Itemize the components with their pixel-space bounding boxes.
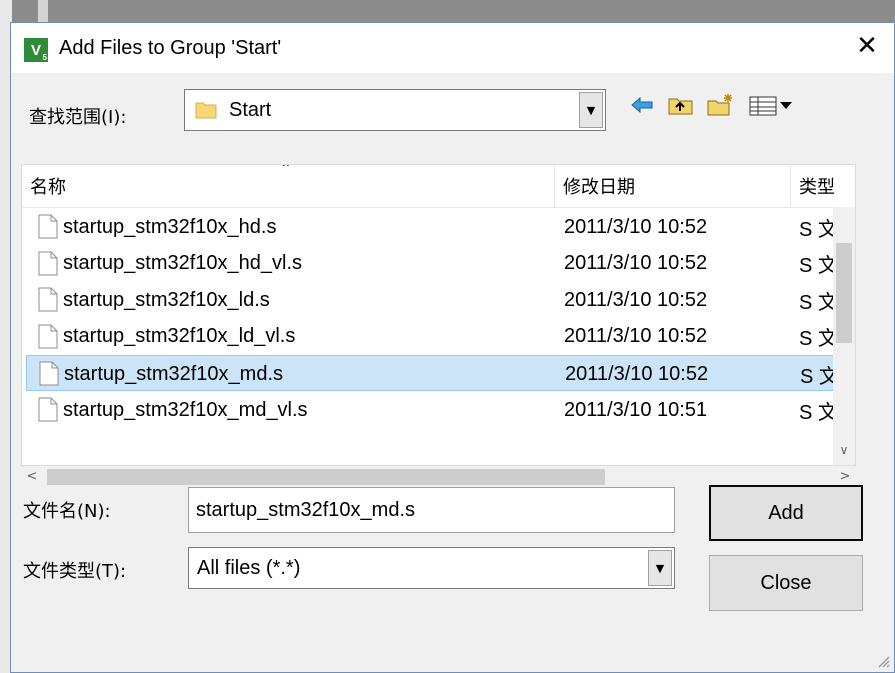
file-icon — [38, 324, 58, 349]
file-row[interactable]: startup_stm32f10x_md_vl.s 2011/3/10 10:51… — [26, 392, 844, 428]
resize-grip-icon[interactable] — [876, 654, 890, 668]
file-type-label: 文件类型(T): — [23, 561, 127, 582]
chevron-down-icon[interactable]: ▼ — [648, 550, 672, 586]
file-icon — [38, 287, 58, 312]
file-row[interactable]: startup_stm32f10x_hd.s 2011/3/10 10:52 S 文 — [26, 209, 844, 245]
scroll-left-icon[interactable]: < — [21, 466, 43, 488]
file-list-view[interactable]: ⌃ 名称 修改日期 类型 startup_stm32f10x_hd.s 2011/… — [21, 164, 856, 466]
chevron-down-icon[interactable]: ▼ — [579, 92, 603, 128]
folder-icon — [195, 102, 217, 119]
file-date-cell: 2011/3/10 10:52 — [564, 252, 708, 275]
file-icon — [38, 251, 58, 276]
file-type-combobox[interactable]: All files (*.*) ▼ — [188, 547, 675, 589]
file-name-cell: startup_stm32f10x_ld.s — [63, 288, 270, 311]
vertical-scroll-thumb[interactable] — [836, 243, 852, 343]
close-button[interactable]: Close — [709, 555, 863, 611]
vertical-scrollbar[interactable]: ∨ — [833, 207, 855, 465]
file-row[interactable]: startup_stm32f10x_ld.s 2011/3/10 10:52 S 文 — [26, 282, 844, 318]
background-window — [0, 0, 895, 22]
file-name-cell: startup_stm32f10x_ld_vl.s — [63, 325, 296, 348]
background-window-edge — [38, 0, 48, 22]
dialog-title: Add Files to Group 'Start' — [59, 37, 282, 59]
look-in-value: Start — [229, 98, 272, 121]
file-name-input[interactable]: startup_stm32f10x_md.s — [188, 487, 675, 533]
file-date-cell: 2011/3/10 10:51 — [564, 398, 708, 421]
column-header-type[interactable]: 类型 — [791, 165, 855, 207]
file-name-cell: startup_stm32f10x_hd_vl.s — [63, 252, 303, 275]
file-name-cell: startup_stm32f10x_hd.s — [63, 215, 277, 238]
file-row[interactable]: startup_stm32f10x_ld_vl.s 2011/3/10 10:52… — [26, 319, 844, 355]
horizontal-scroll-thumb[interactable] — [47, 469, 605, 485]
list-header: ⌃ 名称 修改日期 类型 — [22, 165, 855, 208]
view-menu-icon[interactable] — [748, 93, 794, 117]
file-type-value: All files (*.*) — [197, 556, 301, 579]
back-arrow-icon[interactable] — [628, 93, 656, 117]
title-bar: V5 Add Files to Group 'Start' ✕ — [11, 23, 894, 73]
close-icon[interactable]: ✕ — [854, 33, 880, 59]
file-name-cell: startup_stm32f10x_md.s — [64, 362, 283, 385]
file-date-cell: 2011/3/10 10:52 — [564, 325, 708, 348]
file-date-cell: 2011/3/10 10:52 — [564, 288, 708, 311]
file-icon — [38, 397, 58, 422]
add-button[interactable]: Add — [709, 485, 863, 541]
look-in-combobox[interactable]: Start ▼ — [184, 89, 606, 131]
column-header-date[interactable]: 修改日期 — [555, 165, 791, 207]
file-name-cell: startup_stm32f10x_md_vl.s — [63, 398, 308, 421]
file-row[interactable]: startup_stm32f10x_hd_vl.s 2011/3/10 10:52… — [26, 246, 844, 282]
file-date-cell: 2011/3/10 10:52 — [565, 362, 709, 385]
file-icon — [38, 214, 58, 239]
column-header-name[interactable]: 名称 — [22, 165, 555, 207]
up-folder-icon[interactable] — [667, 93, 695, 117]
look-in-label: 查找范围(I): — [29, 107, 127, 128]
new-folder-icon[interactable] — [706, 93, 734, 117]
keil-uvision-icon: V5 — [24, 38, 48, 62]
add-files-dialog: V5 Add Files to Group 'Start' ✕ 查找范围(I):… — [10, 22, 895, 673]
file-date-cell: 2011/3/10 10:52 — [564, 215, 708, 238]
scroll-down-icon[interactable]: ∨ — [833, 443, 855, 463]
file-row[interactable]: startup_stm32f10x_md.s 2011/3/10 10:52 S 文 — [26, 355, 844, 392]
file-name-label: 文件名(N): — [23, 501, 111, 522]
file-icon — [39, 361, 59, 386]
